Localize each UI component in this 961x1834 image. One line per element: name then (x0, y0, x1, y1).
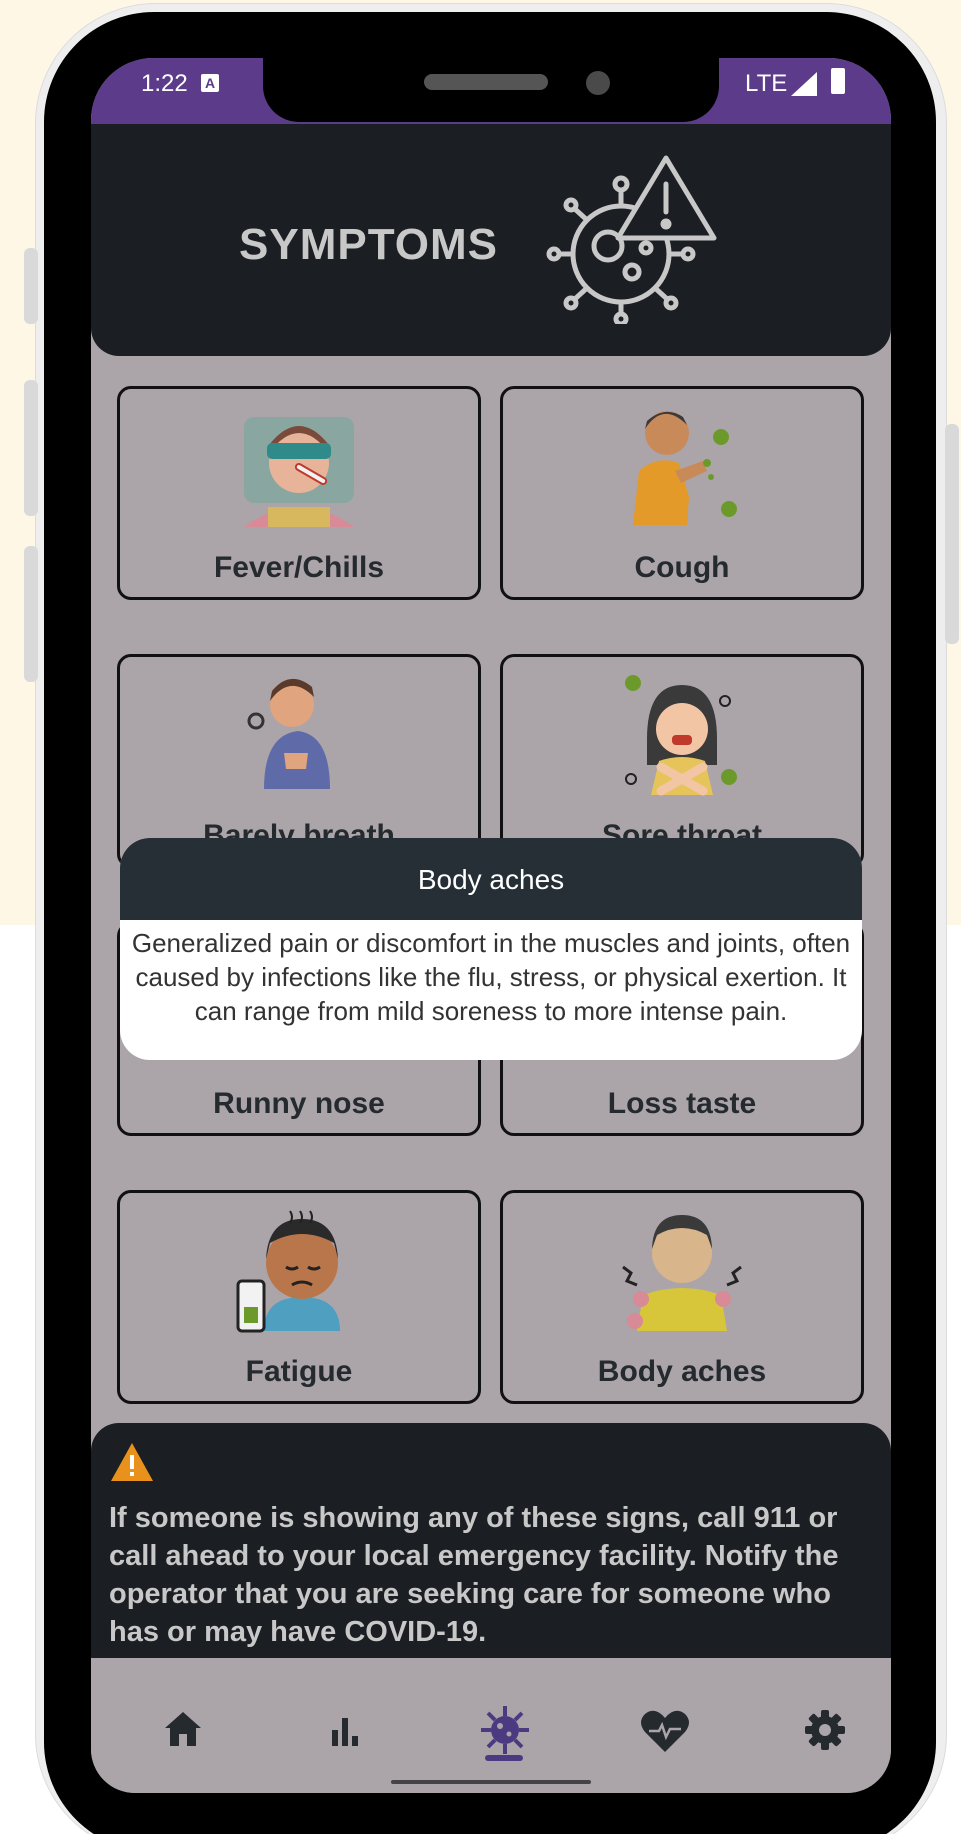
virus-icon[interactable] (475, 1700, 535, 1760)
battery-icon (831, 68, 845, 94)
fatigue-illustration (236, 1210, 340, 1333)
virus-warning-icon (546, 155, 717, 324)
symptom-card-fever-chills[interactable]: Fever/Chills (117, 386, 481, 600)
card-label: Fatigue (245, 1355, 353, 1388)
status-time: 1:22 (141, 70, 188, 97)
symptom-info-popup[interactable]: Body aches Generalized pain or discomfor… (120, 838, 862, 1060)
side-button-left-1 (24, 248, 38, 324)
card-label: Runny nose (213, 1087, 385, 1120)
front-camera (586, 71, 610, 95)
card-label: Body aches (597, 1355, 767, 1388)
popup-title: Body aches (120, 838, 862, 920)
body-aches-illustration (622, 1215, 742, 1331)
network-type: LTE (745, 70, 788, 97)
symptoms-header: SYMPTOMS (91, 124, 891, 356)
symptom-card-barely-breath[interactable]: Barely breath (117, 654, 481, 868)
phone-notch (263, 58, 719, 122)
sore-throat-illustration (625, 675, 737, 796)
fever-illustration (244, 417, 354, 527)
gesture-bar (391, 1780, 591, 1784)
card-label: Cough (634, 551, 730, 584)
popup-description: Generalized pain or discomfort in the mu… (131, 928, 851, 1026)
warning-text: If someone is showing any of these signs… (109, 1502, 839, 1648)
speaker-grille (424, 74, 548, 90)
notification-icon: A (201, 74, 219, 92)
side-button-right (945, 424, 959, 644)
cough-illustration (633, 411, 737, 525)
home-icon[interactable] (153, 1700, 213, 1760)
page-title: SYMPTOMS (239, 220, 499, 269)
bottom-navigation (91, 1658, 891, 1793)
heart-icon[interactable] (635, 1700, 695, 1760)
side-button-left-2 (24, 380, 38, 516)
symptom-card-fatigue[interactable]: Fatigue (117, 1190, 481, 1404)
settings-icon[interactable] (795, 1700, 855, 1760)
symptom-card-sore-throat[interactable]: Sore throat (500, 654, 864, 868)
chart-icon[interactable] (315, 1700, 375, 1760)
app-screen: 1:22 A LTE SYMPTOMS Fever/Chills Cough B… (91, 58, 891, 1793)
breath-illustration (247, 678, 330, 789)
side-button-left-3 (24, 546, 38, 682)
card-label: Fever/Chills (213, 551, 385, 584)
signal-icon (791, 72, 817, 96)
symptom-card-body-aches[interactable]: Body aches (500, 1190, 864, 1404)
card-label: Loss taste (607, 1087, 757, 1120)
emergency-warning: If someone is showing any of these signs… (91, 1423, 891, 1677)
symptom-card-cough[interactable]: Cough (500, 386, 864, 600)
active-tab-indicator (485, 1755, 523, 1761)
warning-icon (111, 1443, 153, 1481)
